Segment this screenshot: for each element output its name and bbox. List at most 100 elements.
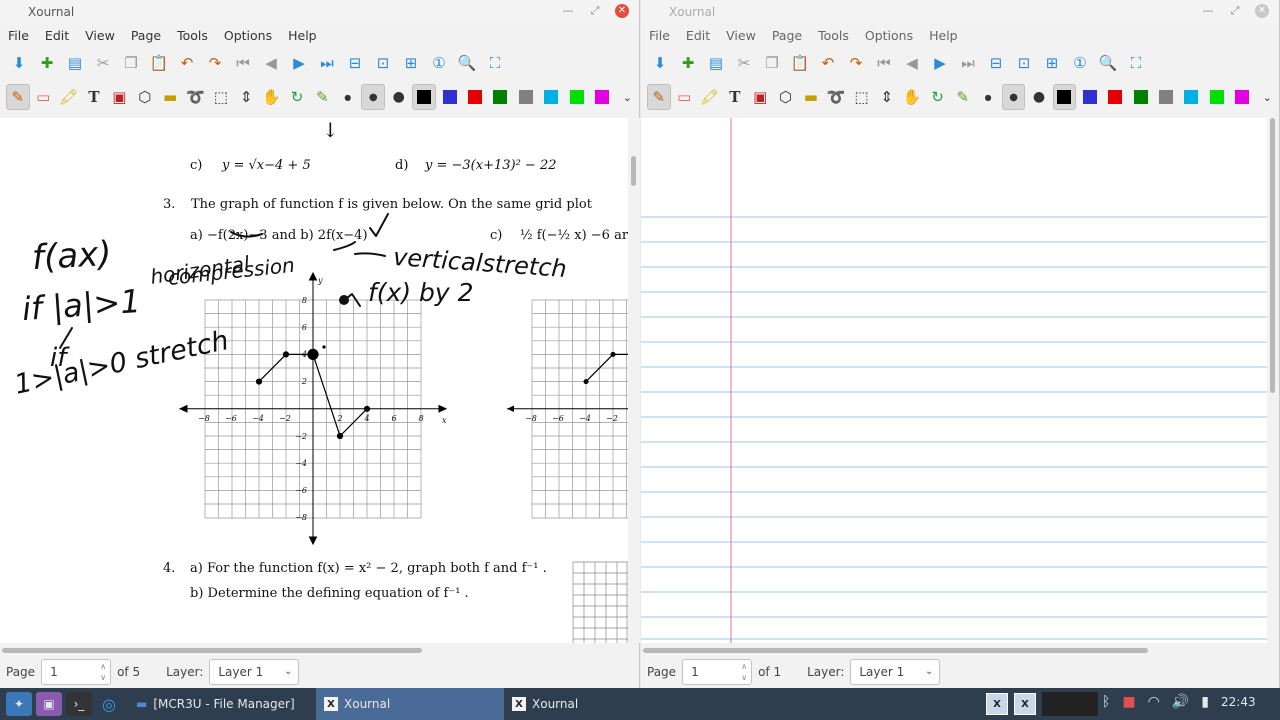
last-page-icon[interactable]: ⏭ <box>314 50 340 76</box>
zoom-in-icon[interactable]: ⊞ <box>398 50 424 76</box>
menu-tools[interactable]: Tools <box>818 28 857 43</box>
eraser-icon[interactable]: ▭ <box>32 84 55 110</box>
start-menu-icon[interactable]: ✦ <box>6 692 32 716</box>
thickness-medium-icon[interactable]: ● <box>361 84 386 110</box>
layer-select[interactable]: Layer 1 ⌄ <box>850 659 941 685</box>
text-tool-icon[interactable]: T <box>723 84 746 110</box>
color-green-swatch[interactable] <box>1129 84 1152 110</box>
cut-icon[interactable]: ✂ <box>731 50 757 76</box>
thickness-fine-icon[interactable]: ● <box>336 84 359 110</box>
lasso-select-icon[interactable]: ➰ <box>825 84 848 110</box>
menu-view[interactable]: View <box>85 28 123 43</box>
default-pen-icon[interactable]: ✎ <box>311 84 334 110</box>
scroll-thumb[interactable] <box>631 156 636 186</box>
page-number-spinner[interactable]: 1 ∧ ∨ <box>682 659 753 685</box>
color-magenta-swatch[interactable] <box>1230 84 1253 110</box>
shape-recognizer-icon[interactable]: ⬡ <box>774 84 797 110</box>
menu-help[interactable]: Help <box>288 28 325 43</box>
copy-icon[interactable]: ❐ <box>759 50 785 76</box>
cut-icon[interactable]: ✂ <box>90 50 116 76</box>
menu-view[interactable]: View <box>726 28 764 43</box>
normal-size-icon[interactable]: ① <box>1067 50 1093 76</box>
color-gray-swatch[interactable] <box>1154 84 1177 110</box>
menu-page[interactable]: Page <box>772 28 810 43</box>
color-blue-swatch[interactable] <box>1078 84 1101 110</box>
default-tools-icon[interactable]: ↻ <box>285 84 308 110</box>
menu-page[interactable]: Page <box>131 28 169 43</box>
vertical-scrollbar[interactable] <box>628 118 640 643</box>
undo-icon[interactable]: ↶ <box>174 50 200 76</box>
save-icon[interactable]: ⬇ <box>647 50 673 76</box>
color-green-swatch[interactable] <box>489 84 512 110</box>
thickness-fine-icon[interactable]: ● <box>976 84 999 110</box>
workspace-1-xournal-icon[interactable]: X <box>1014 693 1036 715</box>
color-lightgreen-swatch[interactable] <box>565 84 588 110</box>
rect-select-icon[interactable]: ⬚ <box>209 84 232 110</box>
fit-page-icon[interactable]: ⊡ <box>1011 50 1037 76</box>
document-page[interactable]: ↓ c) y = √x−4 + 5 d) y = −3(x+13)² − 22 … <box>0 118 628 643</box>
title-bar[interactable]: Xournal — ⤢ ✕ <box>641 0 1279 24</box>
battery-icon[interactable]: ▮ <box>1201 694 1209 710</box>
clock[interactable]: 22:43 <box>1221 695 1256 709</box>
task-xournal-active[interactable]: X Xournal <box>316 688 504 720</box>
text-tool-icon[interactable]: T <box>82 84 105 110</box>
redo-icon[interactable]: ↷ <box>202 50 228 76</box>
color-red-swatch[interactable] <box>1104 84 1127 110</box>
rect-select-icon[interactable]: ⬚ <box>850 84 873 110</box>
menu-file[interactable]: File <box>649 28 678 43</box>
wifi-icon[interactable]: ◠ <box>1148 694 1160 710</box>
zoom-out-icon[interactable]: ⊟ <box>342 50 368 76</box>
color-black-swatch[interactable] <box>412 84 436 110</box>
open-icon[interactable]: ▤ <box>62 50 88 76</box>
find-icon[interactable]: 🔍 <box>1095 50 1121 76</box>
color-lightblue-swatch[interactable] <box>539 84 562 110</box>
shape-recognizer-icon[interactable]: ⬡ <box>133 84 156 110</box>
maximize-button[interactable]: ⤢ <box>588 4 602 18</box>
scroll-thumb[interactable] <box>2 648 422 653</box>
redo-icon[interactable]: ↷ <box>843 50 869 76</box>
vertical-space-icon[interactable]: ⇕ <box>235 84 258 110</box>
last-page-icon[interactable]: ⏭ <box>955 50 981 76</box>
new-page-icon[interactable]: ✚ <box>34 50 60 76</box>
default-pen-icon[interactable]: ✎ <box>951 84 974 110</box>
new-page-icon[interactable]: ✚ <box>675 50 701 76</box>
thickness-thick-icon[interactable]: ● <box>1027 84 1050 110</box>
menu-file[interactable]: File <box>8 28 37 43</box>
minimize-button[interactable]: — <box>561 4 575 18</box>
color-lightgreen-swatch[interactable] <box>1205 84 1228 110</box>
hand-tool-icon[interactable]: ✋ <box>260 84 283 110</box>
blank-ruled-page[interactable] <box>641 118 1267 643</box>
workspace-1-xournal-icon[interactable]: X <box>986 693 1008 715</box>
menu-edit[interactable]: Edit <box>686 28 718 43</box>
fullscreen-icon[interactable]: ⛶ <box>1123 50 1149 76</box>
default-tools-icon[interactable]: ↻ <box>926 84 949 110</box>
image-tool-icon[interactable]: ▣ <box>108 84 131 110</box>
horizontal-scrollbar[interactable] <box>0 644 628 656</box>
menu-options[interactable]: Options <box>224 28 280 43</box>
task-file-manager[interactable]: ▬ [MCR3U - File Manager] <box>128 688 316 720</box>
highlighter-icon[interactable]: 🖍 <box>57 84 80 110</box>
camera-icon[interactable]: ■ <box>1122 694 1135 710</box>
thickness-thick-icon[interactable]: ● <box>387 84 410 110</box>
scroll-thumb[interactable] <box>1270 118 1275 393</box>
ruler-icon[interactable]: ▬ <box>158 84 181 110</box>
layer-select[interactable]: Layer 1 ⌄ <box>209 659 300 685</box>
title-bar[interactable]: Xournal — ⤢ ✕ <box>0 0 639 24</box>
paste-icon[interactable]: 📋 <box>787 50 813 76</box>
lasso-select-icon[interactable]: ➰ <box>184 84 207 110</box>
image-tool-icon[interactable]: ▣ <box>749 84 772 110</box>
highlighter-icon[interactable]: 🖍 <box>698 84 721 110</box>
first-page-icon[interactable]: ⏮ <box>871 50 897 76</box>
bluetooth-icon[interactable]: ᛒ <box>1102 694 1110 710</box>
color-magenta-swatch[interactable] <box>590 84 613 110</box>
open-icon[interactable]: ▤ <box>703 50 729 76</box>
file-manager-launcher-icon[interactable]: ▣ <box>36 692 62 716</box>
menu-edit[interactable]: Edit <box>45 28 77 43</box>
pen-icon[interactable]: ✎ <box>647 84 671 110</box>
task-xournal[interactable]: X Xournal <box>504 688 692 720</box>
thickness-medium-icon[interactable]: ● <box>1001 84 1026 110</box>
terminal-launcher-icon[interactable]: ›_ <box>66 692 92 716</box>
normal-size-icon[interactable]: ① <box>426 50 452 76</box>
menu-tools[interactable]: Tools <box>177 28 216 43</box>
color-black-swatch[interactable] <box>1052 84 1077 110</box>
